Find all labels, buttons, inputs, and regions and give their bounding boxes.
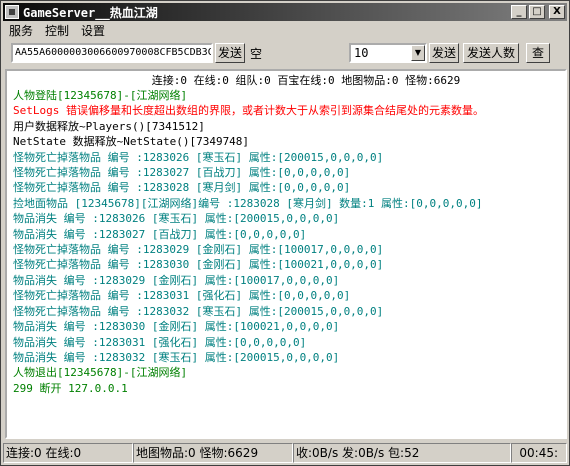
log-line: 物品消失 编号 :1283030 [金刚石] 属性:[100021,0,0,0,… <box>13 320 340 334</box>
log-line: 物品消失 编号 :1283032 [寒玉石] 属性:[200015,0,0,0,… <box>13 350 340 364</box>
log-line: 用户数据释放~Players()[7341512] <box>13 119 205 133</box>
log-line: 怪物死亡掉落物品 编号 :1283031 [强化石] 属性:[0,0,0,0,0… <box>13 289 351 303</box>
log-line: 怪物死亡掉落物品 编号 :1283030 [金刚石] 属性:[100021,0,… <box>13 258 384 272</box>
window-title: GameServer__热血江湖 <box>23 5 158 20</box>
log-line: 人物退出[12345678]-[江湖网络] <box>13 366 188 380</box>
log-line: 物品消失 编号 :1283026 [寒玉石] 属性:[200015,0,0,0,… <box>13 212 340 226</box>
log-line: 物品消失 编号 :1283027 [百战刀] 属性:[0,0,0,0,0] <box>13 227 307 241</box>
log-line: 怪物死亡掉落物品 编号 :1283027 [百战刀] 属性:[0,0,0,0,0… <box>13 166 351 180</box>
send-count-button[interactable]: 发送人数 <box>463 43 519 63</box>
status-map: 地图物品:0 怪物:6629 <box>133 443 293 463</box>
count-select[interactable]: 10 ▼ <box>349 43 427 63</box>
menu-bar: 服务 控制 设置 <box>3 22 111 40</box>
count-select-value: 10 <box>354 46 369 60</box>
maximize-button[interactable]: □ <box>529 5 545 19</box>
send-button-2[interactable]: 发送 <box>429 43 459 63</box>
log-line: 怪物死亡掉落物品 编号 :1283026 [寒玉石] 属性:[200015,0,… <box>13 150 384 164</box>
status-traffic: 收:0B/s 发:0B/s 包:52 <box>293 443 511 463</box>
send-button[interactable]: 发送 <box>215 43 245 63</box>
toolbar: AA55A6000003006600970008CFB5CDB3C 发送 空 1… <box>3 41 567 65</box>
main-window: GameServer__热血江湖 _ □ X 服务 控制 设置 AA55A600… <box>0 0 570 466</box>
log-line: 怪物死亡掉落物品 编号 :1283029 [金刚石] 属性:[100017,0,… <box>13 243 384 257</box>
log-line: 捡地面物品 [12345678][江湖网络]编号 :1283028 [寒月剑] … <box>13 196 483 210</box>
query-button[interactable]: 查 <box>526 43 550 63</box>
log-header: 连接:0 在线:0 组队:0 百宝在线:0 地图物品:0 怪物:6629 <box>151 74 461 87</box>
log-line: SetLogs 错误偏移量和长度超出数组的界限，或者计数大于从索引到源集合结尾处… <box>13 104 484 118</box>
chevron-down-icon[interactable]: ▼ <box>411 45 425 61</box>
menu-control[interactable]: 控制 <box>39 22 75 40</box>
log-line: NetState 数据释放~NetState()[7349748] <box>13 135 250 149</box>
log-line: 怪物死亡掉落物品 编号 :1283028 [寒月剑] 属性:[0,0,0,0,0… <box>13 181 351 195</box>
log-panel[interactable]: 连接:0 在线:0 组队:0 百宝在线:0 地图物品:0 怪物:6629 人物登… <box>5 69 567 439</box>
log-line: 怪物死亡掉落物品 编号 :1283032 [寒玉石] 属性:[200015,0,… <box>13 304 384 318</box>
status-connection: 连接:0 在线:0 <box>3 443 133 463</box>
status-time: 00:45: <box>511 443 567 463</box>
app-icon[interactable] <box>5 5 19 19</box>
log-line: 物品消失 编号 :1283031 [强化石] 属性:[0,0,0,0,0] <box>13 335 307 349</box>
log-line: 物品消失 编号 :1283029 [金刚石] 属性:[100017,0,0,0,… <box>13 273 340 287</box>
empty-label: 空 <box>250 47 263 61</box>
log-line: 299 断开 127.0.0.1 <box>13 381 128 395</box>
close-button[interactable]: X <box>549 5 565 19</box>
menu-settings[interactable]: 设置 <box>75 22 111 40</box>
packet-input[interactable]: AA55A6000003006600970008CFB5CDB3C <box>11 43 213 63</box>
minimize-button[interactable]: _ <box>511 5 527 19</box>
log-line: 人物登陆[12345678]-[江湖网络] <box>13 89 188 102</box>
menu-service[interactable]: 服务 <box>3 22 39 40</box>
status-bar: 连接:0 在线:0 地图物品:0 怪物:6629 收:0B/s 发:0B/s 包… <box>3 443 567 463</box>
title-bar[interactable]: GameServer__热血江湖 _ □ X <box>3 3 567 21</box>
